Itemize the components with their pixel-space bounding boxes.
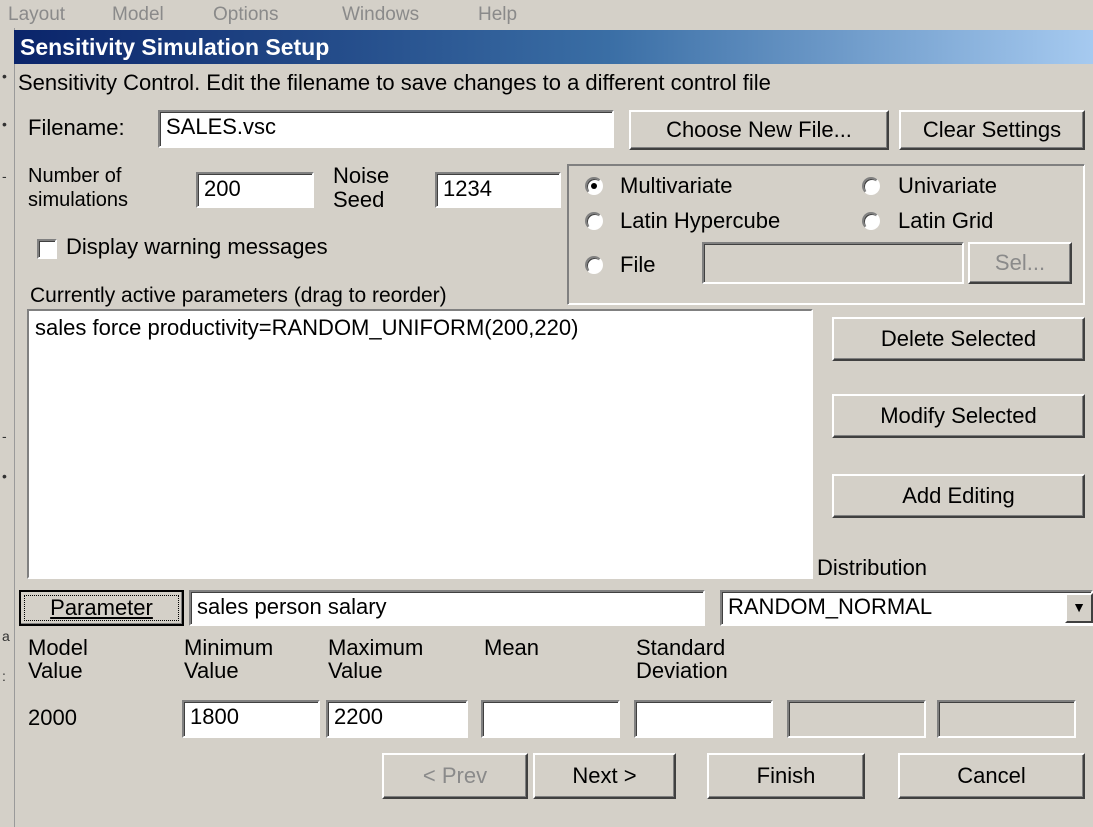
radio-univariate[interactable]: [862, 177, 880, 195]
cancel-button[interactable]: Cancel: [898, 753, 1085, 799]
clear-settings-button[interactable]: Clear Settings: [899, 110, 1085, 150]
col-sd-line2: Deviation: [636, 658, 728, 683]
extra-param-input-2[interactable]: [937, 700, 1076, 738]
radio-multivariate-label: Multivariate: [620, 173, 733, 198]
delete-selected-button[interactable]: Delete Selected: [832, 317, 1085, 361]
menu-options[interactable]: Options: [213, 4, 278, 26]
radio-univariate-label: Univariate: [898, 173, 998, 198]
noise-seed-label-line2: Seed: [333, 187, 385, 212]
add-editing-button[interactable]: Add Editing: [832, 474, 1085, 518]
col-min-line1: Minimum: [184, 635, 274, 660]
col-model-line1: Model: [28, 635, 88, 660]
col-max-line1: Maximum: [328, 635, 424, 660]
noise-seed-label: Noise Seed: [333, 164, 389, 212]
parameter-button-label: Parameter: [50, 595, 153, 620]
radio-file-label: File: [620, 252, 656, 277]
distribution-select[interactable]: RANDOM_NORMAL: [720, 590, 1093, 626]
filename-input[interactable]: SALES.vsc: [158, 110, 614, 148]
menu-bar: Layout Model Options Windows Help: [0, 0, 1093, 28]
radio-latin-grid-label: Latin Grid: [898, 208, 994, 233]
file-path-input[interactable]: [702, 242, 964, 284]
col-minimum-value: Minimum Value: [184, 636, 273, 682]
instruction-text: Sensitivity Control. Edit the filename t…: [18, 70, 771, 95]
standard-deviation-input[interactable]: [634, 700, 773, 738]
num-simulations-label: Number of simulations: [28, 164, 128, 212]
maximum-value-input[interactable]: 2200: [326, 700, 468, 738]
display-warnings-checkbox[interactable]: [37, 239, 57, 259]
num-simulations-label-line1: Number of: [28, 165, 122, 187]
choose-new-file-button[interactable]: Choose New File...: [629, 110, 889, 150]
model-value: 2000: [28, 705, 77, 730]
dialog-title: Sensitivity Simulation Setup: [14, 30, 1093, 64]
minimum-value-input[interactable]: 1800: [182, 700, 320, 738]
menu-model[interactable]: Model: [112, 4, 164, 26]
col-mean: Mean: [484, 635, 540, 660]
distribution-select-value: RANDOM_NORMAL: [728, 594, 933, 619]
sel-button[interactable]: Sel...: [968, 242, 1072, 284]
radio-latin-hypercube[interactable]: [585, 212, 603, 230]
col-max-line2: Value: [328, 658, 383, 683]
num-simulations-input[interactable]: 200: [196, 172, 314, 208]
finish-button[interactable]: Finish: [707, 753, 865, 799]
display-warnings-label: Display warning messages: [66, 234, 328, 259]
radio-latin-grid[interactable]: [862, 212, 880, 230]
modify-selected-button[interactable]: Modify Selected: [832, 394, 1085, 438]
extra-param-input-1[interactable]: [787, 700, 926, 738]
col-standard-deviation: Standard Deviation: [636, 636, 728, 682]
filename-label: Filename:: [28, 115, 125, 140]
menu-windows[interactable]: Windows: [342, 4, 419, 26]
radio-multivariate[interactable]: [585, 177, 603, 195]
prev-button[interactable]: < Prev: [382, 753, 528, 799]
distribution-label: Distribution: [817, 555, 928, 580]
col-model-value: Model Value: [28, 636, 88, 682]
col-sd-line1: Standard: [636, 635, 726, 660]
noise-seed-label-line1: Noise: [333, 163, 390, 188]
col-min-line2: Value: [184, 658, 239, 683]
parameter-button[interactable]: Parameter: [19, 590, 184, 626]
num-simulations-label-line2: simulations: [28, 189, 129, 211]
background-window-edge: • • - - • a :: [0, 28, 15, 827]
menu-layout[interactable]: Layout: [8, 4, 65, 26]
col-model-line2: Value: [28, 658, 83, 683]
noise-seed-input[interactable]: 1234: [435, 172, 561, 208]
next-button[interactable]: Next >: [533, 753, 676, 799]
active-params-label: Currently active parameters (drag to reo…: [30, 284, 447, 307]
mean-input[interactable]: [481, 700, 620, 738]
parameter-name-input[interactable]: sales person salary: [189, 590, 705, 626]
radio-latin-hypercube-label: Latin Hypercube: [620, 208, 781, 233]
radio-file[interactable]: [585, 256, 603, 274]
active-params-list[interactable]: sales force productivity=RANDOM_UNIFORM(…: [27, 309, 813, 579]
menu-help[interactable]: Help: [478, 4, 517, 26]
chevron-down-icon[interactable]: ▼: [1065, 593, 1093, 623]
list-item[interactable]: sales force productivity=RANDOM_UNIFORM(…: [29, 311, 811, 341]
col-maximum-value: Maximum Value: [328, 636, 423, 682]
